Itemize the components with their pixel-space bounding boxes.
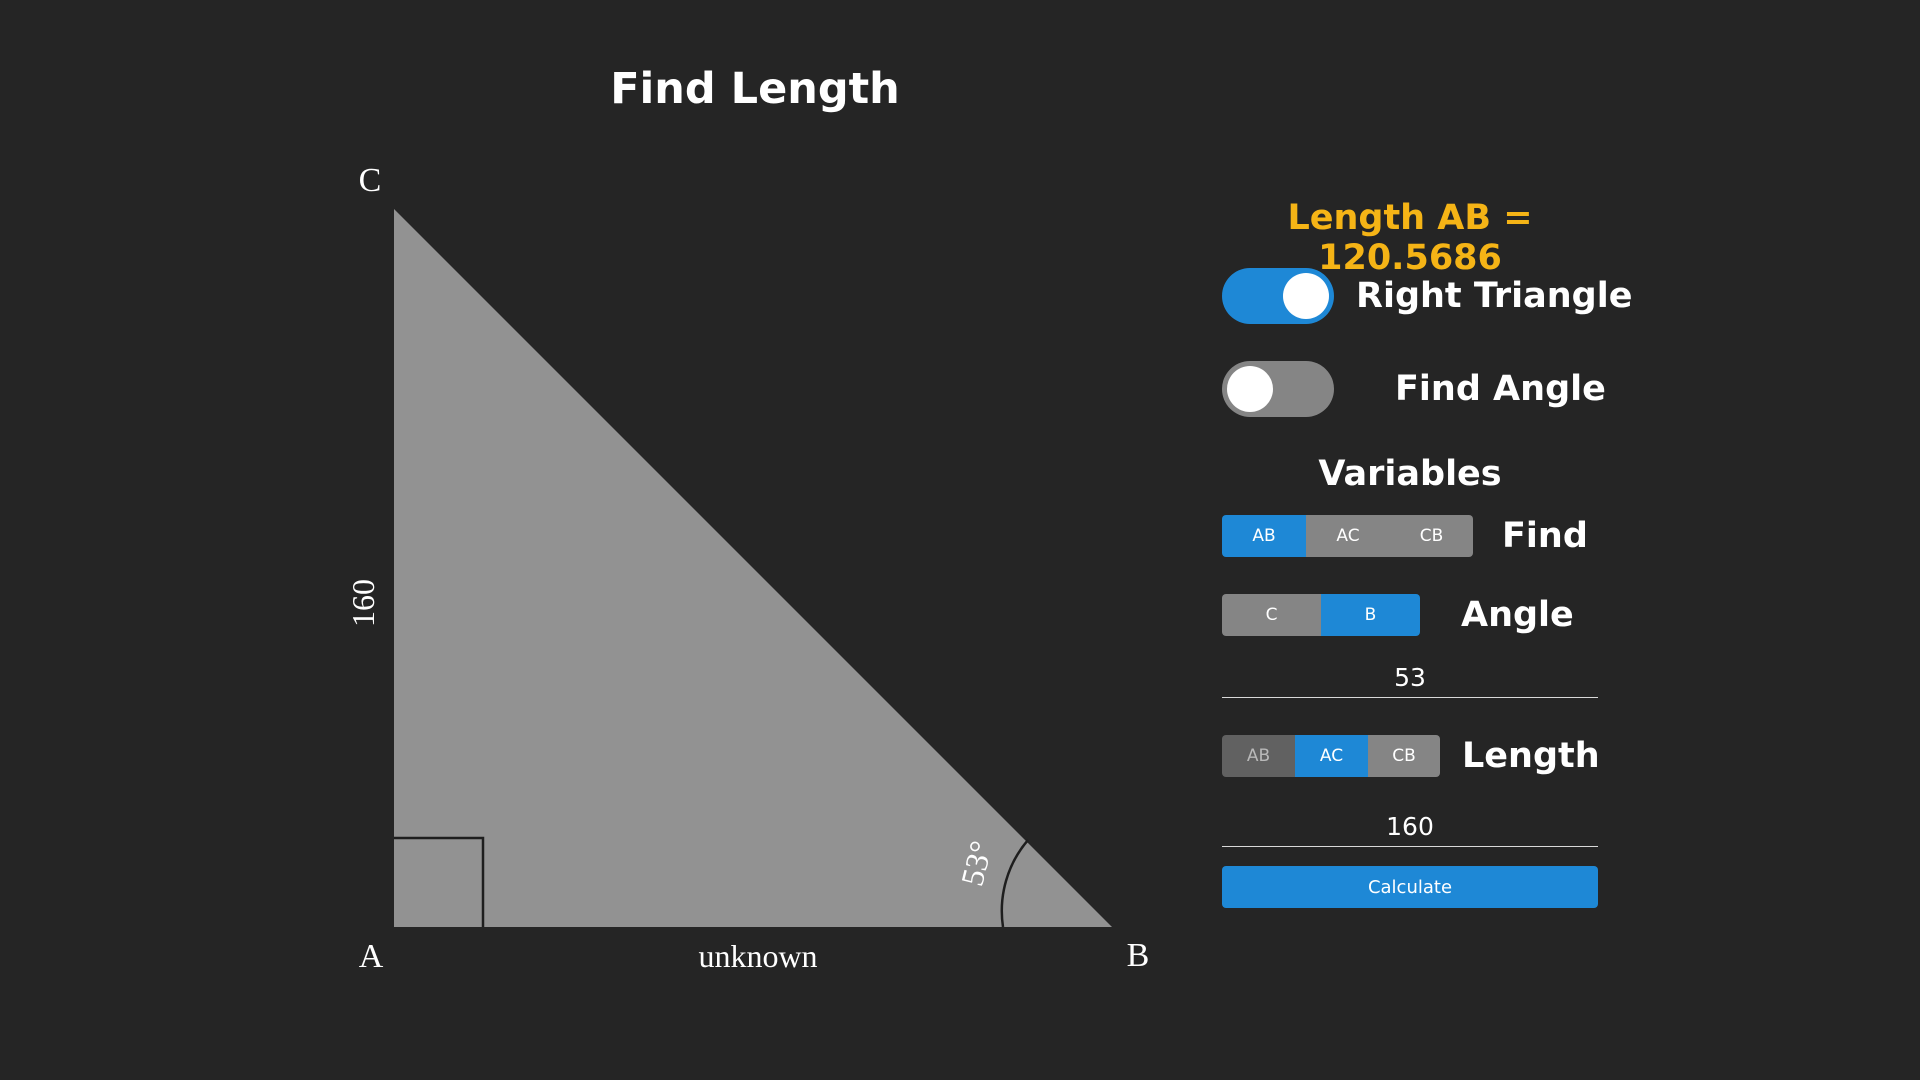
find-selector-row: AB AC CB Find xyxy=(1222,515,1588,557)
side-label-ab: unknown xyxy=(698,938,817,974)
vertex-label-b: B xyxy=(1127,937,1150,974)
length-value-input[interactable] xyxy=(1222,806,1598,847)
toggle-knob xyxy=(1283,273,1329,319)
right-triangle-toggle-row: Right Triangle xyxy=(1222,268,1632,324)
angle-option-c[interactable]: C xyxy=(1222,594,1321,636)
find-label: Find xyxy=(1502,516,1588,556)
page: Find Length C A B 160 unknown 53° Length… xyxy=(0,0,1920,1080)
triangle-diagram: C A B 160 unknown 53° xyxy=(345,162,1150,975)
length-option-ac[interactable]: AC xyxy=(1295,735,1368,777)
length-selector-row: AB AC CB Length xyxy=(1222,735,1600,777)
angle-selector-row: C B Angle xyxy=(1222,594,1574,636)
angle-option-b[interactable]: B xyxy=(1321,594,1420,636)
angle-segmented-control: C B xyxy=(1222,594,1420,636)
calculate-button[interactable]: Calculate xyxy=(1222,866,1598,908)
find-segmented-control: AB AC CB xyxy=(1222,515,1473,557)
find-angle-toggle[interactable] xyxy=(1222,361,1334,417)
find-option-ac[interactable]: AC xyxy=(1306,515,1390,557)
length-option-ab[interactable]: AB xyxy=(1222,735,1295,777)
result-text: Length AB = 120.5686 xyxy=(1287,198,1533,278)
toggle-knob xyxy=(1227,366,1273,412)
right-triangle-label: Right Triangle xyxy=(1356,276,1633,316)
vertex-label-c: C xyxy=(359,162,382,199)
find-option-cb[interactable]: CB xyxy=(1390,515,1473,557)
vertex-label-a: A xyxy=(359,938,384,975)
angle-label: Angle xyxy=(1461,595,1574,635)
find-angle-toggle-row: Find Angle xyxy=(1222,361,1606,417)
right-triangle-toggle[interactable] xyxy=(1222,268,1334,324)
variables-title: Variables xyxy=(1318,454,1502,494)
length-segmented-control: AB AC CB xyxy=(1222,735,1440,777)
length-option-cb[interactable]: CB xyxy=(1368,735,1440,777)
side-label-ac: 160 xyxy=(345,579,381,627)
triangle-shape xyxy=(394,209,1112,927)
find-option-ab[interactable]: AB xyxy=(1222,515,1306,557)
length-label: Length xyxy=(1462,736,1600,776)
angle-value-input[interactable] xyxy=(1222,657,1598,698)
find-angle-label: Find Angle xyxy=(1395,369,1606,409)
